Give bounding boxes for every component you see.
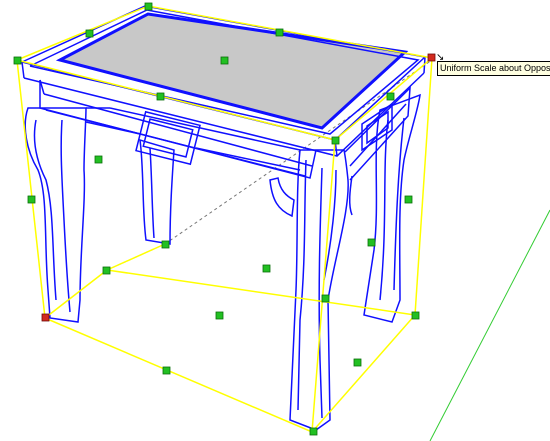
tool-tooltip: Uniform Scale about Opposite Point: [437, 61, 550, 76]
scale-grip: [275, 28, 284, 37]
scale-grip: [161, 240, 170, 249]
scale-grip: [220, 56, 229, 65]
scale-grip: [102, 266, 111, 275]
table-top-surface[interactable]: [55, 12, 409, 130]
green-axis-line: [429, 209, 550, 441]
scale-grip: [353, 358, 362, 367]
scale-grip: [85, 29, 94, 38]
opposite-point-grip: [41, 313, 50, 322]
scale-grip: [411, 311, 420, 320]
scale-grip: [309, 427, 318, 436]
modeling-viewport[interactable]: ↘ Uniform Scale about Opposite Point: [0, 0, 550, 441]
scale-grip: [13, 56, 22, 65]
scale-grip: [331, 136, 340, 145]
scale-grip: [156, 92, 165, 101]
scale-grip: [162, 366, 171, 375]
scale-grip: [386, 92, 395, 101]
scale-grip: [367, 238, 376, 247]
scale-grip: [215, 311, 224, 320]
scale-grip: [262, 264, 271, 273]
scale-grip: [144, 2, 153, 11]
active-scale-grip: [427, 53, 436, 62]
scale-grip: [404, 195, 413, 204]
scale-grip: [321, 294, 330, 303]
scale-grip: [27, 195, 36, 204]
scale-grip: [94, 155, 103, 164]
